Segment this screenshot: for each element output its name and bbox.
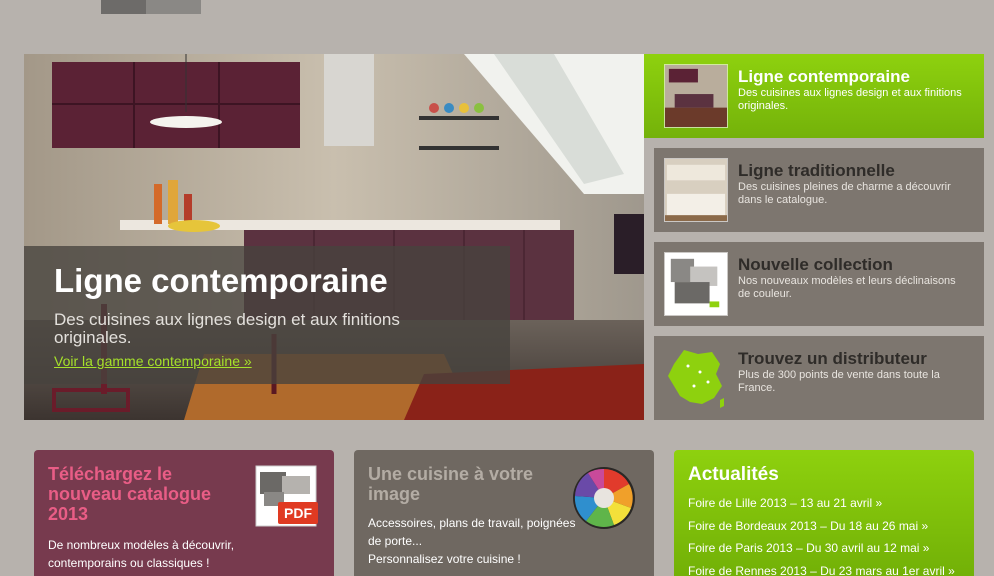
nav-item-contemporaine[interactable]: Ligne contemporaine Des cuisines aux lig… <box>644 54 984 138</box>
hero-title: Ligne contemporaine <box>54 262 388 299</box>
custom-kitchen-box[interactable]: Une cuisine à votre image Accessoires, p… <box>354 450 654 576</box>
news-title: Actualités <box>688 464 779 485</box>
catalogue-download-box[interactable]: Téléchargez le nouveau catalogue 2013 PD… <box>34 450 334 576</box>
nav-item-traditionnelle[interactable]: Ligne traditionnelle Des cuisines pleine… <box>654 148 984 232</box>
kitchen-thumbnail-icon <box>664 158 728 222</box>
pdf-catalogue-icon: PDF <box>255 465 318 527</box>
nav-title: Nouvelle collection <box>738 255 893 274</box>
top-menu-tab[interactable] <box>101 0 201 14</box>
nav-title: Ligne traditionnelle <box>738 161 895 180</box>
custom-kitchen-description-1: Accessoires, plans de travail, poignées … <box>368 516 576 548</box>
nav-item-distributeur[interactable]: Trouvez un distributeur Plus de 300 poin… <box>654 336 984 420</box>
nav-description: Des cuisines pleines de charme a découvr… <box>738 181 951 206</box>
news-item[interactable]: Foire de Rennes 2013 – Du 23 mars au 1er… <box>688 560 955 576</box>
kitchen-thumbnail-icon <box>664 64 728 128</box>
news-item[interactable]: Foire de Bordeaux 2013 – Du 18 au 26 mai… <box>688 515 955 538</box>
custom-kitchen-description: Accessoires, plans de travail, poignées … <box>368 514 588 568</box>
hero-link[interactable]: Voir la gamme contemporaine » <box>54 353 252 369</box>
hero-caption: Ligne contemporaine Des cuisines aux lig… <box>24 246 510 384</box>
news-box: Actualités Foire de Lille 2013 – 13 au 2… <box>674 450 974 576</box>
hero-banner[interactable]: Ligne contemporaine Des cuisines aux lig… <box>24 54 644 420</box>
hero-description: Des cuisines aux lignes design et aux fi… <box>54 310 400 347</box>
pdf-badge: PDF <box>284 505 312 521</box>
custom-kitchen-title[interactable]: Une cuisine à votre image <box>368 464 568 504</box>
catalogue-title[interactable]: Téléchargez le nouveau catalogue 2013 <box>48 464 228 524</box>
nav-description: Nos nouveaux modèles et leurs déclinaiso… <box>738 275 956 300</box>
catalogue-thumbnail-icon <box>664 252 728 316</box>
nav-description: Des cuisines aux lignes design et aux fi… <box>738 87 962 112</box>
news-list: Foire de Lille 2013 – 13 au 21 avril » F… <box>688 492 955 576</box>
catalogue-description: De nombreux modèles à découvrir, contemp… <box>48 538 235 570</box>
nav-description: Plus de 300 points de vente dans toute l… <box>738 369 940 394</box>
custom-kitchen-description-2: Personnalisez votre cuisine ! <box>368 552 521 566</box>
news-item[interactable]: Foire de Lille 2013 – 13 au 21 avril » <box>688 492 955 515</box>
nav-title: Ligne contemporaine <box>738 67 910 86</box>
news-item[interactable]: Foire de Paris 2013 – Du 30 avril au 12 … <box>688 537 955 560</box>
nav-title: Trouvez un distributeur <box>738 349 927 368</box>
france-map-icon <box>668 350 724 408</box>
nav-item-nouvelle-collection[interactable]: Nouvelle collection Nos nouveaux modèles… <box>654 242 984 326</box>
